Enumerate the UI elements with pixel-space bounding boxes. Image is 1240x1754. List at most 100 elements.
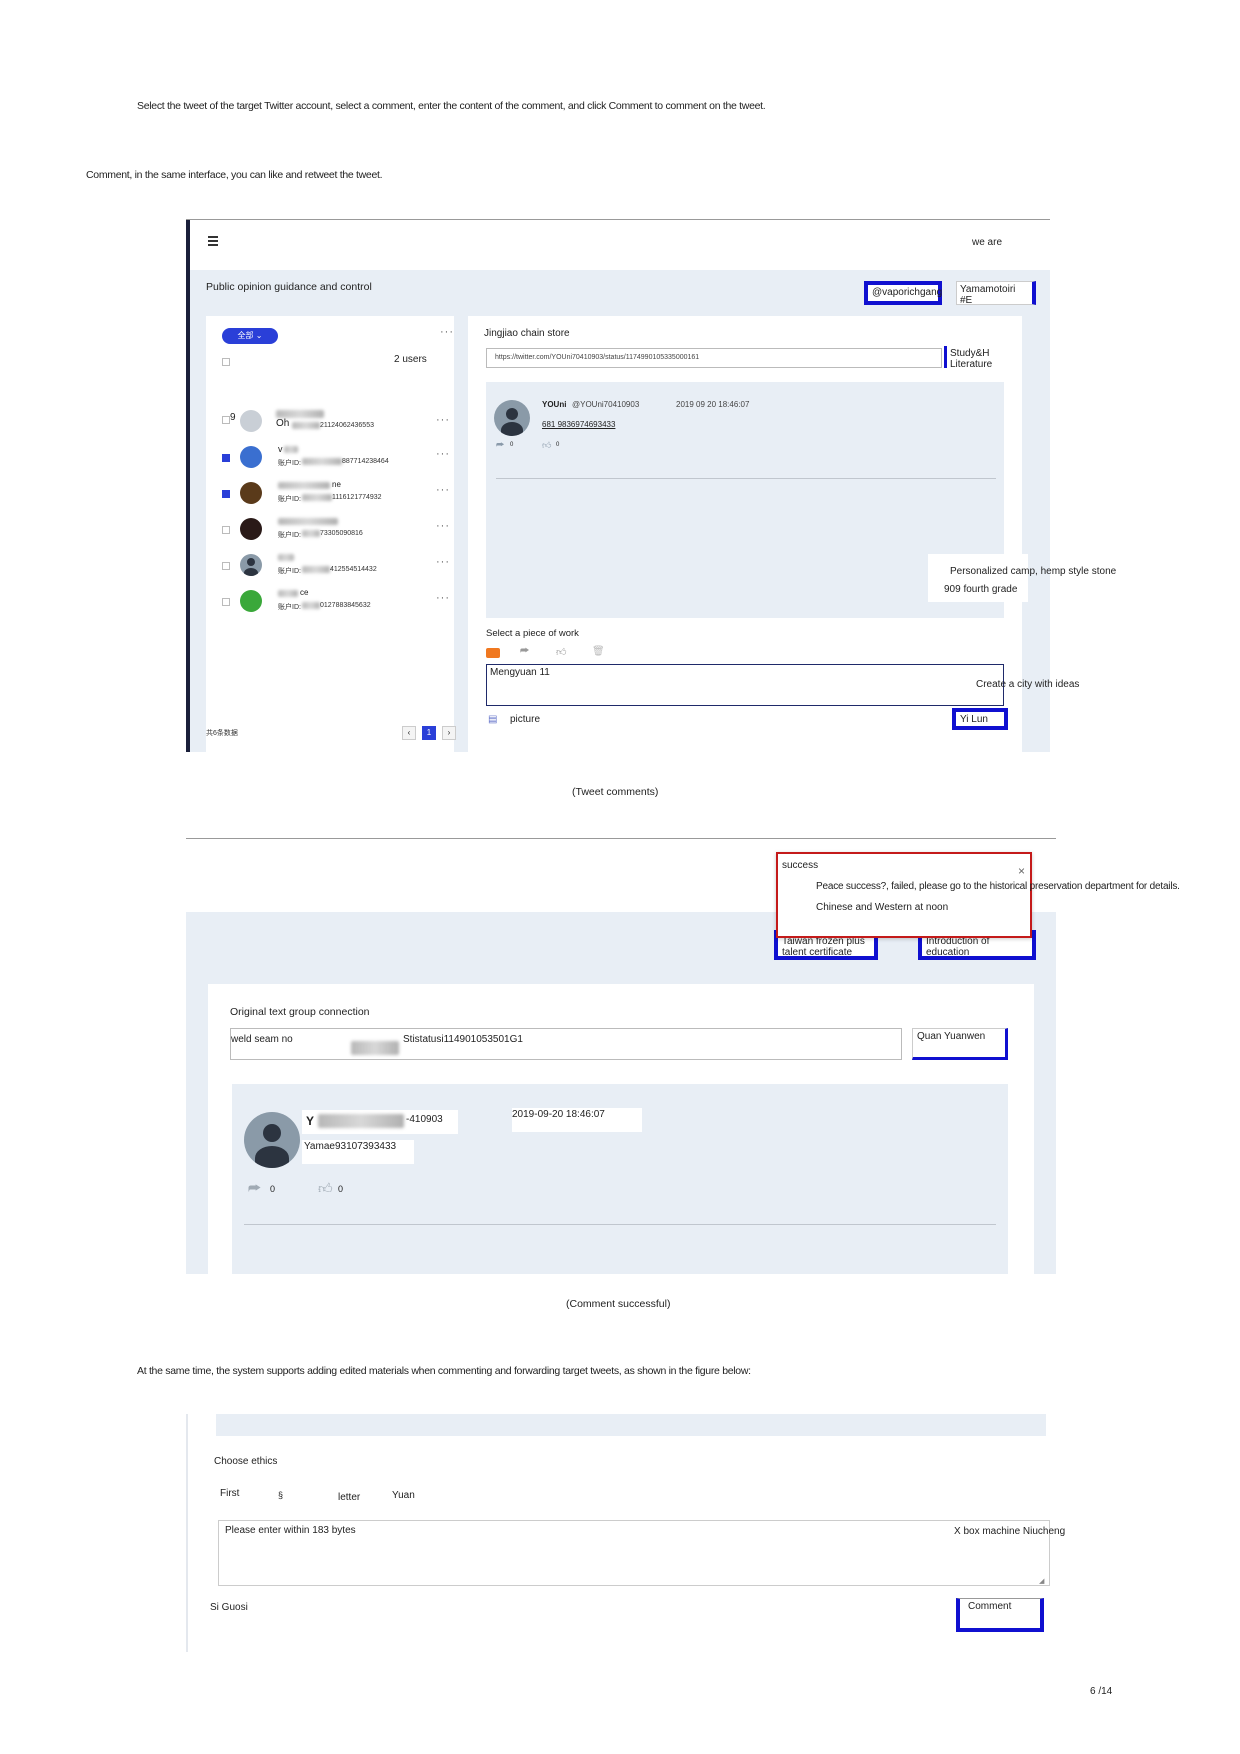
tweet-divider — [244, 1224, 996, 1225]
account-row[interactable]: 账户ID: 73305090816 ··· — [206, 516, 454, 552]
picture-label[interactable]: picture — [510, 714, 540, 725]
avatar — [240, 482, 262, 504]
yamamoto-button[interactable]: Yamamotoiri #E — [956, 281, 1036, 306]
account-row[interactable]: ce 账户ID: 0127883845632 ··· — [206, 588, 454, 624]
retweet-icon[interactable]: ⮫ — [496, 440, 504, 451]
input-right-text: Stistatusi114901053501G1 — [403, 1034, 523, 1045]
xbox-label: X box machine Niucheng — [954, 1526, 1066, 1537]
row-name: ce — [300, 588, 309, 597]
row-checkbox[interactable] — [222, 416, 230, 424]
row-checkbox[interactable] — [222, 490, 230, 498]
filter-dropdown[interactable]: 全部 ⌄ — [222, 328, 278, 344]
account-row[interactable]: ne 账户ID: 1116121774932 ··· — [206, 480, 454, 516]
picture-icon[interactable]: ▤ — [488, 714, 497, 725]
row-checkbox[interactable] — [222, 526, 230, 534]
blurred-id — [302, 458, 342, 465]
choose-label: Choose ethics — [214, 1456, 278, 1467]
page-next-icon[interactable]: › — [442, 726, 456, 740]
row-more-icon[interactable]: ··· — [436, 592, 450, 604]
quan-button[interactable]: Quan Yuanwen — [912, 1028, 1008, 1060]
tweet-avatar — [494, 400, 530, 436]
users-count: 2 users — [394, 354, 427, 365]
like-count: 0 — [338, 1184, 344, 1194]
author-box: Y -410903 — [302, 1110, 458, 1134]
link-input[interactable]: weld seam no Stistatusi114901053501G1 — [230, 1028, 902, 1060]
intro-line-2: Comment, in the same interface, you can … — [86, 169, 383, 181]
row-id-tail: 73305090816 — [320, 530, 363, 537]
row-more-icon[interactable]: ··· — [436, 414, 450, 426]
row-more-icon[interactable]: ··· — [436, 520, 450, 532]
tweet-author: YOUni — [542, 400, 567, 409]
row-id-label: 账户ID: — [278, 568, 301, 575]
blurred-name — [276, 410, 324, 418]
tweet-url-input[interactable]: https://twitter.com/YOUni70410903/status… — [486, 348, 942, 368]
blurred-author — [318, 1114, 404, 1128]
tweet-time: 2019 09 20 18:46:07 — [676, 400, 750, 409]
row-checkbox[interactable] — [222, 598, 230, 606]
hamburger-icon[interactable] — [208, 236, 218, 246]
tweet-text: 681 9836974693433 — [542, 420, 616, 429]
like-count: 0 — [556, 442, 560, 448]
row-id-tail: 21124062436553 — [320, 422, 374, 429]
caption-comment-successful: (Comment successful) — [566, 1298, 671, 1310]
blurred-id — [292, 422, 320, 429]
comment-button[interactable]: Comment — [956, 1598, 1044, 1632]
row-more-icon[interactable]: ··· — [436, 448, 450, 460]
close-icon[interactable]: × — [1018, 864, 1025, 878]
caption-tweet-comments: (Tweet comments) — [572, 786, 659, 798]
share-icon[interactable]: ⮫ — [520, 646, 529, 657]
page-prev-icon[interactable]: ‹ — [402, 726, 416, 740]
row-checkbox[interactable] — [222, 562, 230, 570]
account-button[interactable]: @vaporichgang — [864, 281, 942, 305]
blurred-name — [278, 518, 338, 525]
row-name: ne — [332, 480, 341, 489]
tab-letter[interactable]: letter — [338, 1492, 360, 1503]
row-more-icon[interactable]: ··· — [436, 484, 450, 496]
row-id-label: 账户ID: — [278, 604, 301, 611]
group-panel: Original text group connection weld seam… — [208, 984, 1034, 1274]
retweet-icon[interactable]: ⮫ — [248, 1180, 261, 1197]
select-all-checkbox[interactable] — [222, 358, 230, 366]
input-left-text: weld seam no — [231, 1034, 293, 1045]
resize-handle-icon[interactable]: ◢ — [1039, 1577, 1044, 1585]
like-icon[interactable]: 👍︎ — [318, 1180, 333, 1197]
paragraph-materials: At the same time, the system supports ad… — [137, 1365, 751, 1377]
materials-textarea[interactable]: Please enter within 183 bytes ◢ — [218, 1520, 1050, 1586]
avatar — [240, 410, 262, 432]
submit-button[interactable]: Yi Lun — [952, 708, 1008, 730]
delete-icon[interactable]: 🗑︎ — [592, 646, 605, 657]
screenshot-materials: Choose ethics First § letter Yuan Please… — [186, 1414, 1050, 1652]
comment-textarea[interactable]: Mengyuan 11 — [486, 664, 1004, 706]
tab-mark[interactable]: § — [278, 1490, 283, 1500]
study-button[interactable]: Study&H Literature — [944, 346, 1022, 370]
tweet-author-initial: Y — [306, 1114, 315, 1128]
tweet-panel: Jingjiao chain store https://twitter.com… — [468, 316, 1028, 752]
panel-more-icon[interactable]: ··· — [440, 326, 454, 338]
avatar — [240, 554, 262, 576]
avatar — [240, 518, 262, 540]
popup-line-2: Chinese and Western at noon — [816, 902, 949, 913]
like-icon[interactable]: 👍︎ — [542, 440, 551, 451]
account-row[interactable]: v 账户ID: 887714238464 ··· — [206, 444, 454, 480]
row-more-icon[interactable]: ··· — [436, 556, 450, 568]
overlay-text-3: Create a city with ideas — [976, 679, 1080, 690]
account-panel: 全部 ⌄ ··· 2 users 9 Oh 21124062436553 ···… — [206, 316, 456, 752]
textarea-placeholder: Please enter within 183 bytes — [225, 1525, 356, 1536]
account-row[interactable]: 账户ID: 412554514432 ··· — [206, 552, 454, 588]
row-id-tail: 412554514432 — [330, 566, 377, 573]
retweet-count: 0 — [510, 442, 514, 448]
tweet-card: Y -410903 2019-09-20 18:46:07 Yamae93107… — [232, 1084, 1008, 1274]
account-row[interactable]: 9 Oh 21124062436553 ··· — [206, 408, 454, 444]
tab-yuan[interactable]: Yuan — [392, 1490, 415, 1501]
tab-first[interactable]: First — [220, 1488, 239, 1499]
row-checkbox[interactable] — [222, 454, 230, 462]
toolbar-title: Public opinion guidance and control — [206, 281, 372, 293]
store-label: Jingjiao chain store — [484, 328, 570, 339]
thumb-icon[interactable]: 👍︎ — [556, 646, 566, 658]
comment-icon[interactable] — [486, 648, 500, 658]
intro-line-1: Select the tweet of the target Twitter a… — [137, 100, 766, 112]
sig-label: Si Guosi — [210, 1602, 248, 1613]
avatar — [240, 446, 262, 468]
tweet-time: 2019-09-20 18:46:07 — [512, 1108, 642, 1132]
page-current[interactable]: 1 — [422, 726, 436, 740]
